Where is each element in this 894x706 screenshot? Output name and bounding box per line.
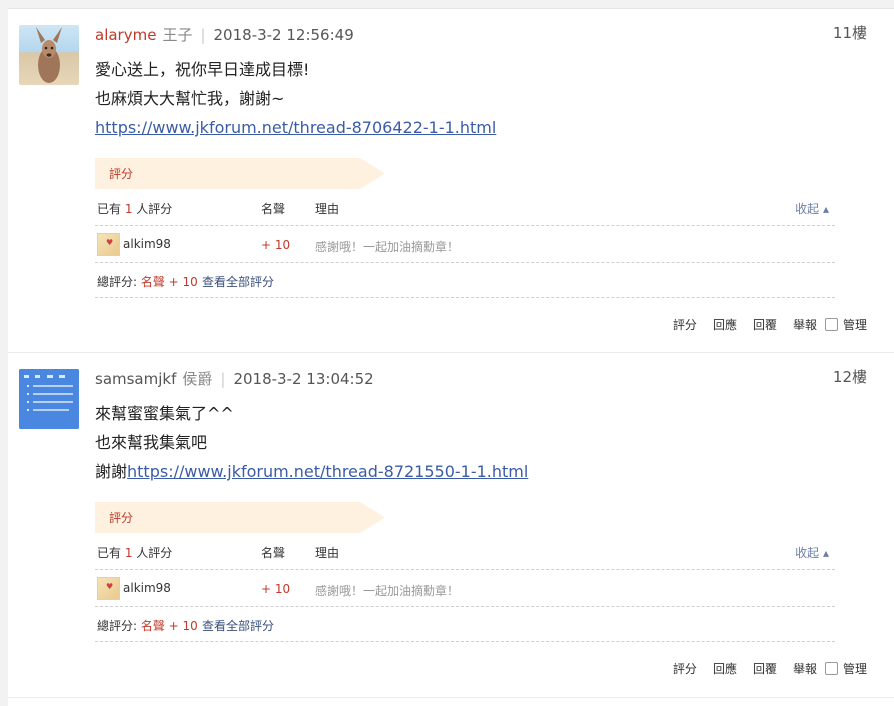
view-all-ratings-link[interactable]: 查看全部評分 [202,617,274,634]
post-12: samsamjkf 侯爵 | 2018-3-2 13:04:52 12樓 來幫蜜蜜集氣… [8,353,894,697]
link-prefix: 謝謝 [95,462,128,481]
meta-divider: | [200,26,206,44]
content-line: https://www.jkforum.net/thread-8706422-1… [95,113,496,142]
user-rank: 王子 [162,26,193,44]
meta-divider: | [220,370,226,388]
post-content: 來幫蜜蜜集氣了^^ 也來幫我集氣吧 謝謝https://www.jkforum.… [95,399,528,486]
rating-summary: 總評分: 名聲 + 10 查看全部評分 [95,607,835,642]
post-11: alaryme 王子 | 2018-3-2 12:56:49 11樓 愛心送上，祝你早… [8,9,894,352]
rating-summary: 總評分: 名聲 + 10 查看全部評分 [95,263,835,298]
floor-number[interactable]: 11樓 [833,23,867,43]
author-link[interactable]: samsamjkf [95,370,176,388]
manage-label: 管理 [842,662,867,676]
rating-score: + 10 [261,238,291,252]
collapse-button[interactable]: 收起 ▴ [795,200,829,217]
col-reason-header: 理由 [315,546,340,560]
rating-row: alkim98 + 10 感謝哦！一起加油摘勳章！ [95,226,835,263]
rating-count-text: 已有 1 人評分 [97,202,173,216]
manage-checkbox[interactable] [824,662,838,675]
post-time: 2018-3-2 12:56:49 [213,26,354,44]
post-actions: 評分 回應 回覆 舉報 管理 [657,660,867,678]
post-meta: alaryme 王子 | 2018-3-2 12:56:49 [95,25,354,45]
post-time: 2018-3-2 13:04:52 [233,370,374,388]
collapse-button[interactable]: 收起 ▴ [795,544,829,561]
post-content: 愛心送上，祝你早日達成目標! 也麻煩大大幫忙我，謝謝~ https://www.… [95,55,496,142]
floor-number[interactable]: 12樓 [833,367,867,387]
thread-link[interactable]: https://www.jkforum.net/thread-8706422-1… [95,118,496,137]
rate-button[interactable]: 評分 [673,662,697,676]
rating-tab-label: 評分 [109,167,134,181]
content-line: 謝謝https://www.jkforum.net/thread-8721550… [95,457,528,486]
rating-score: + 10 [261,582,291,596]
rate-button[interactable]: 評分 [673,318,697,332]
reply-quote-button[interactable]: 回覆 [753,662,777,676]
report-button[interactable]: 舉報 [793,318,817,332]
col-score-header: 名聲 [261,546,286,560]
report-button[interactable]: 舉報 [793,662,817,676]
content-line: 來幫蜜蜜集氣了^^ [95,404,234,423]
content-line: 愛心送上，祝你早日達成目標! [95,60,310,79]
author-link[interactable]: alaryme [95,26,156,44]
total-rating: 總評分: 名聲 + 10 [97,275,198,289]
manage-label: 管理 [842,318,867,332]
post-meta: samsamjkf 侯爵 | 2018-3-2 13:04:52 [95,369,374,389]
rating-tab: 評分 [95,158,385,189]
content-line: 也麻煩大大幫忙我，謝謝~ [95,89,285,108]
user-rank: 侯爵 [182,370,213,388]
content-line: 也來幫我集氣吧 [95,433,208,452]
rating-reason: 感謝哦！一起加油摘勳章！ [315,240,460,254]
rater-avatar[interactable] [97,233,120,256]
rating-header-row: 已有 1 人評分 名聲 理由 收起 ▴ [95,189,835,226]
rating-tab: 評分 [95,502,385,533]
document-avatar[interactable] [19,369,79,429]
rater-avatar[interactable] [97,577,120,600]
rater-name[interactable]: alkim98 [123,581,171,595]
rating-tab-label: 評分 [109,511,134,525]
reply-button[interactable]: 回應 [713,662,737,676]
col-score-header: 名聲 [261,202,286,216]
reply-button[interactable]: 回應 [713,318,737,332]
rating-count-text: 已有 1 人評分 [97,546,173,560]
thread-post-list: alaryme 王子 | 2018-3-2 12:56:49 11樓 愛心送上，祝你早… [8,8,894,706]
thread-link[interactable]: https://www.jkforum.net/thread-8721550-1… [127,462,528,481]
col-reason-header: 理由 [315,202,340,216]
rater-name[interactable]: alkim98 [123,237,171,251]
reply-quote-button[interactable]: 回覆 [753,318,777,332]
post-divider [8,697,894,698]
kangaroo-avatar[interactable] [19,25,79,85]
manage-checkbox[interactable] [824,318,838,331]
rating-row: alkim98 + 10 感謝哦！一起加油摘勳章！ [95,570,835,607]
total-rating: 總評分: 名聲 + 10 [97,619,198,633]
rating-reason: 感謝哦！一起加油摘勳章！ [315,584,460,598]
view-all-ratings-link[interactable]: 查看全部評分 [202,273,274,290]
post-actions: 評分 回應 回覆 舉報 管理 [657,316,867,334]
rating-header-row: 已有 1 人評分 名聲 理由 收起 ▴ [95,533,835,570]
